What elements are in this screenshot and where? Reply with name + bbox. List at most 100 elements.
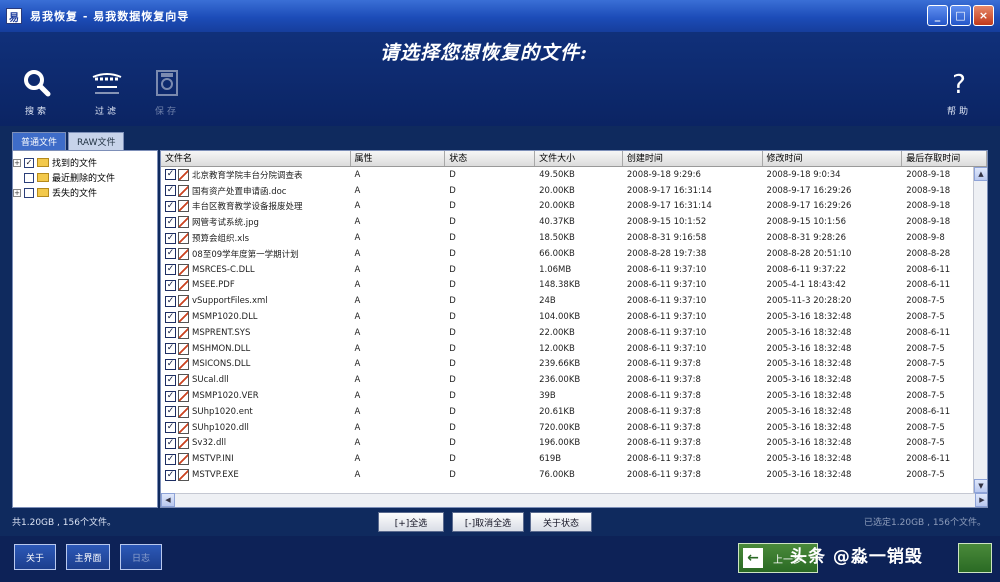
row-checkbox[interactable]: ✓ (165, 390, 176, 402)
row-checkbox[interactable]: ✓ (165, 200, 176, 212)
deleted-file-icon (178, 216, 189, 229)
deselect-all-button[interactable]: [-]取消全选 (452, 512, 524, 532)
minimize-button[interactable]: _ (927, 5, 948, 26)
tree-item-recent[interactable]: 最近删除的文件 (13, 170, 157, 185)
file-name-cell: ✓ MSTVP.INI (161, 453, 351, 466)
table-row[interactable]: ✓ MSRCES-C.DLL A D 1.06MB 2008-6-11 9:37:10 20… (161, 262, 987, 278)
file-name-cell: ✓ 丰台区教育教学设备报废处理 (161, 200, 351, 213)
file-name: MSICONS.DLL (192, 359, 251, 370)
cell-state: D (449, 264, 456, 275)
checkbox[interactable] (24, 172, 34, 183)
row-checkbox[interactable]: ✓ (165, 374, 176, 386)
file-list: 文件名 属性 状态 文件大小 创建时间 修改时间 最后存取时间 ✓ 北京教育学院丰… (160, 150, 988, 508)
cell-attr: A (354, 343, 361, 354)
table-row[interactable]: ✓ MSEE.PDF A D 148.38KB 2008-6-11 9:37:10 2005… (161, 278, 987, 294)
table-row[interactable]: ✓ 网管考试系统.jpg A D 40.37KB 2008-9-15 10:1:52 200… (161, 214, 987, 230)
row-checkbox[interactable]: ✓ (165, 358, 176, 370)
tree-item-label: 丢失的文件 (52, 189, 98, 199)
column-header-state[interactable]: 状态 (445, 151, 536, 166)
row-checkbox[interactable]: ✓ (165, 264, 176, 276)
table-row[interactable]: ✓ MSMP1020.VER A D 39B 2008-6-11 9:37:8 2005-3… (161, 388, 987, 404)
about-button[interactable]: 关于 (14, 544, 56, 570)
row-checkbox[interactable]: ✓ (165, 169, 176, 181)
filter-tool[interactable]: 过滤 (82, 68, 132, 117)
table-row[interactable]: ✓ MSMP1020.DLL A D 104.00KB 2008-6-11 9:37:10… (161, 309, 987, 325)
tree-item-found[interactable]: + ✓ 找到的文件 (13, 155, 157, 170)
file-name: 丰台区教育教学设备报废处理 (192, 202, 303, 213)
maximize-button[interactable]: □ (950, 5, 971, 26)
checkbox[interactable]: ✓ (24, 157, 34, 168)
close-button[interactable]: × (973, 5, 994, 26)
table-row[interactable]: ✓ MSTVP.EXE A D 76.00KB 2008-6-11 9:37:8 2005-… (161, 467, 987, 483)
column-header-accessed[interactable]: 最后存取时间 (902, 151, 987, 166)
row-checkbox[interactable]: ✓ (165, 232, 176, 244)
horizontal-scrollbar[interactable]: ◀ ▶ (161, 493, 987, 507)
row-checkbox[interactable]: ✓ (165, 185, 176, 197)
table-row[interactable]: ✓ MSHMON.DLL A D 12.00KB 2008-6-11 9:37:10 200… (161, 341, 987, 357)
table-row[interactable]: ✓ vSupportFiles.xml A D 24B 2008-6-11 9:37:10… (161, 293, 987, 309)
expand-icon[interactable]: + (13, 188, 21, 197)
row-checkbox[interactable]: ✓ (165, 295, 176, 307)
cell-ctime: 2008-6-11 9:37:8 (626, 470, 701, 481)
row-checkbox[interactable]: ✓ (165, 406, 176, 418)
table-row[interactable]: ✓ MSTVP.INI A D 619B 2008-6-11 9:37:8 2005-3-1… (161, 451, 987, 467)
file-name-cell: ✓ 国有资产处置申请函.doc (161, 184, 351, 197)
expand-icon[interactable]: + (13, 158, 21, 167)
svg-text:?: ? (952, 70, 966, 97)
log-button[interactable]: 日志 (120, 544, 162, 570)
row-checkbox[interactable]: ✓ (165, 469, 176, 481)
cell-ctime: 2008-6-11 9:37:8 (626, 391, 701, 402)
column-header-created[interactable]: 创建时间 (623, 151, 763, 166)
table-row[interactable]: ✓ 丰台区教育教学设备报废处理 A D 20.00KB 2008-9-17 16:31:1… (161, 199, 987, 215)
select-all-button[interactable]: [+]全选 (378, 512, 444, 532)
tree-item-lost[interactable]: + 丢失的文件 (13, 185, 157, 200)
file-type-tabs: 普通文件 RAW文件 (12, 132, 125, 150)
row-checkbox[interactable]: ✓ (165, 327, 176, 339)
file-name: SUhp1020.ent (192, 406, 253, 417)
deleted-file-icon (178, 232, 189, 245)
next-button[interactable] (958, 543, 992, 573)
cell-mtime: 2008-9-17 16:29:26 (766, 185, 852, 196)
row-checkbox[interactable]: ✓ (165, 437, 176, 449)
folder-icon (37, 173, 49, 182)
table-row[interactable]: ✓ SUhp1020.dll A D 720.00KB 2008-6-11 9:37:8 2… (161, 420, 987, 436)
about-state-button[interactable]: 关于状态 (530, 512, 592, 532)
help-tool[interactable]: ? 帮助 (934, 68, 984, 117)
row-checkbox[interactable]: ✓ (165, 422, 176, 434)
row-checkbox[interactable]: ✓ (165, 311, 176, 323)
table-row[interactable]: ✓ MSICONS.DLL A D 239.66KB 2008-6-11 9:37:8 20… (161, 357, 987, 373)
file-list-header: 文件名 属性 状态 文件大小 创建时间 修改时间 最后存取时间 (161, 151, 987, 167)
main-menu-button[interactable]: 主界面 (66, 544, 110, 570)
cell-state: D (449, 280, 456, 291)
scroll-left-icon[interactable]: ◀ (161, 493, 175, 507)
tab-normal-files[interactable]: 普通文件 (12, 132, 67, 150)
row-checkbox[interactable]: ✓ (165, 343, 176, 355)
column-header-size[interactable]: 文件大小 (535, 151, 623, 166)
table-row[interactable]: ✓ 预算会组织.xls A D 18.50KB 2008-8-31 9:16:58 2008… (161, 230, 987, 246)
table-row[interactable]: ✓ 08至09学年度第一学期计划 A D 66.00KB 2008-8-28 19:7:3… (161, 246, 987, 262)
table-row[interactable]: ✓ SUcal.dll A D 236.00KB 2008-6-11 9:37:8 2005… (161, 372, 987, 388)
vertical-scrollbar[interactable]: ▲ ▼ (973, 167, 987, 493)
tab-raw-files[interactable]: RAW文件 (68, 132, 125, 150)
search-tool[interactable]: 搜索 (12, 68, 62, 117)
column-header-name[interactable]: 文件名 (161, 151, 351, 166)
row-checkbox[interactable]: ✓ (165, 279, 176, 291)
table-row[interactable]: ✓ MSPRENT.SYS A D 22.00KB 2008-6-11 9:37:10 20… (161, 325, 987, 341)
checkbox[interactable] (24, 187, 34, 198)
table-row[interactable]: ✓ Sv32.dll A D 196.00KB 2008-6-11 9:37:8 2005-… (161, 436, 987, 452)
table-row[interactable]: ✓ 国有资产处置申请函.doc A D 20.00KB 2008-9-17 16:31:1… (161, 183, 987, 199)
save-tool[interactable]: 保存 (142, 68, 192, 117)
row-checkbox[interactable]: ✓ (165, 216, 176, 228)
cell-attr: A (354, 438, 361, 449)
scroll-down-icon[interactable]: ▼ (974, 479, 987, 493)
row-checkbox[interactable]: ✓ (165, 248, 176, 260)
file-name-cell: ✓ MSMP1020.VER (161, 390, 351, 403)
row-checkbox[interactable]: ✓ (165, 453, 176, 465)
table-row[interactable]: ✓ 北京教育学院丰台分院调查表 A D 49.50KB 2008-9-18 9:29:6 2… (161, 167, 987, 183)
deleted-file-icon (178, 279, 189, 292)
column-header-modified[interactable]: 修改时间 (763, 151, 903, 166)
scroll-up-icon[interactable]: ▲ (974, 167, 987, 181)
table-row[interactable]: ✓ SUhp1020.ent A D 20.61KB 2008-6-11 9:37:8 20… (161, 404, 987, 420)
column-header-attr[interactable]: 属性 (351, 151, 446, 166)
scroll-right-icon[interactable]: ▶ (975, 493, 987, 507)
